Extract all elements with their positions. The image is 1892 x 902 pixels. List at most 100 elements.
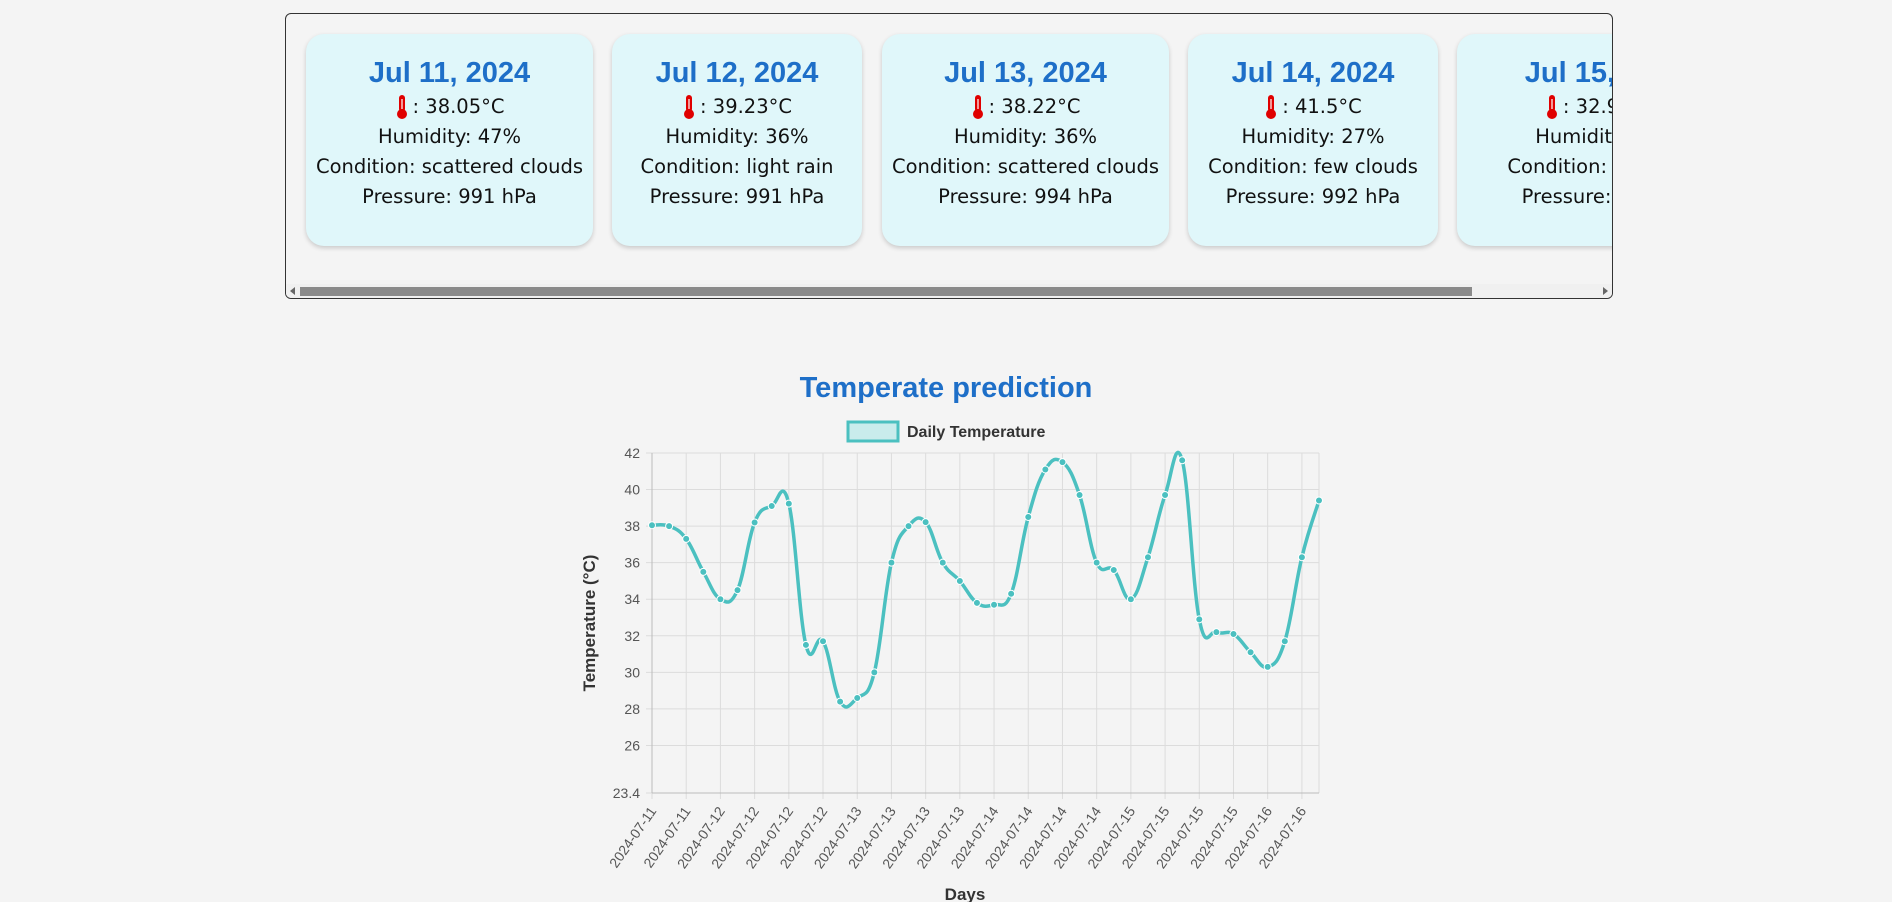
card-temperature: : 38.22°C [882,92,1169,122]
data-point [1126,595,1135,604]
data-point [733,586,742,595]
card-condition: Condition: scattered clouds [891,155,1160,178]
card-pressure: Pressure: 99 [1521,185,1612,208]
card-temp-value: : 41.5°C [1282,95,1362,118]
y-tick-label: 42 [624,445,640,461]
y-axis-label: Temperature (°C) [580,555,599,692]
data-point [1315,496,1323,505]
thermometer-icon [972,95,983,119]
y-tick-label: 40 [624,482,640,498]
forecast-card: Jul 12, 2024 : 39.23°C Humidity: 36% Con… [612,34,862,246]
x-tick-label: 2024-07-13 [845,803,899,871]
data-point [1246,648,1255,657]
data-point [955,576,964,585]
data-point [904,522,913,531]
x-tick-label: 2024-07-15 [1187,803,1241,871]
chart-grid [646,452,1320,799]
data-point [716,595,725,604]
data-point [990,600,999,609]
data-point [819,637,828,646]
card-condition: Condition: scattered clouds [315,155,584,178]
y-tick-label: 36 [624,555,640,571]
x-tick-label: 2024-07-12 [742,803,796,871]
data-point [1143,553,1152,562]
chart-series [648,450,1323,709]
data-point [1297,553,1306,562]
scroll-right-arrow-icon[interactable] [1603,287,1608,295]
data-point [1041,465,1050,474]
x-tick-label: 2024-07-12 [674,803,728,871]
x-tick-label: 2024-07-15 [1118,803,1172,871]
x-tick-label: 2024-07-16 [1221,803,1275,871]
scrollbar-thumb[interactable] [300,287,1472,296]
card-date: Jul 12, 2024 [655,57,819,89]
card-humidity: Humidity: 36% [953,125,1098,148]
data-point [1075,491,1084,500]
forecast-card: Jul 14, 2024 : 41.5°C Humidity: 27% Cond… [1188,34,1438,246]
chart-legend[interactable]: Daily Temperature [846,420,1046,443]
card-humidity: Humidity: [1535,125,1613,148]
card-temp-value: : 39.23°C [700,95,792,118]
x-tick-label: 2024-07-14 [947,803,1001,871]
data-point [665,522,674,531]
data-point [1024,512,1033,521]
card-humidity: Humidity: 27% [1241,125,1385,148]
y-tick-label: 32 [624,628,640,644]
card-temp-value: : 38.22°C [988,95,1081,118]
y-tick-label: 30 [624,664,640,680]
card-date: Jul 13, 2024 [944,57,1107,89]
card-pressure: Pressure: 992 hPa [1225,185,1401,208]
data-point [1109,565,1118,574]
x-tick-label: 2024-07-15 [1084,803,1138,871]
data-point [1058,458,1067,467]
card-date: Jul 11, 2024 [368,57,531,89]
data-point [887,558,896,567]
x-tick-label: 2024-07-12 [708,803,762,871]
x-tick-labels: 2024-07-112024-07-112024-07-122024-07-12… [606,803,1310,871]
data-point [1229,629,1238,638]
y-tick-label: 26 [624,737,640,753]
card-temperature: : 41.5°C [1188,92,1438,122]
scroll-left-arrow-icon[interactable] [290,287,295,295]
card-condition: Condition: light rain [640,155,834,178]
forecast-card: Jul 15, 2 : 32.9 Humidity: Condition: mo… [1457,34,1613,246]
x-tick-label: 2024-07-15 [1153,803,1207,871]
card-condition: Condition: few clouds [1208,155,1418,178]
data-point [921,518,930,527]
data-point [801,640,810,649]
card-humidity: Humidity: 47% [377,125,522,148]
y-tick-labels: 42 40 38 36 34 32 30 28 26 23.4 [613,445,640,801]
card-temperature: : 32.9 [1457,92,1612,122]
card-temperature: : 38.05°C [306,92,593,122]
y-tick-label: 38 [624,518,640,534]
data-point [1263,662,1272,671]
card-condition: Condition: mod [1507,155,1612,178]
horizontal-scrollbar[interactable] [286,284,1612,298]
data-point [648,521,656,530]
forecast-card: Jul 13, 2024 : 38.22°C Humidity: 36% Con… [882,34,1169,246]
y-tick-label: 34 [624,591,640,607]
card-pressure: Pressure: 991 hPa [649,185,825,208]
x-tick-label: 2024-07-14 [982,803,1036,871]
forecast-card: Jul 11, 2024 : 38.05°C Humidity: 47% Con… [306,34,593,246]
forecast-scroll-container[interactable]: Jul 11, 2024 : 38.05°C Humidity: 47% Con… [285,13,1613,299]
x-tick-label: 2024-07-11 [606,803,660,870]
card-humidity: Humidity: 36% [665,125,809,148]
legend-swatch [846,420,900,443]
chart-title: Temperate prediction [799,372,1093,404]
thermometer-icon [1266,95,1277,119]
x-tick-label: 2024-07-12 [776,803,830,871]
data-point [853,693,862,702]
legend-label: Daily Temperature [907,424,1046,441]
data-point [938,558,947,567]
data-point [1007,589,1016,598]
card-temperature: : 39.23°C [612,92,862,122]
data-point [767,502,776,511]
card-pressure: Pressure: 991 hPa [362,185,537,208]
x-tick-label: 2024-07-13 [810,803,864,871]
data-point [1178,456,1187,465]
data-point [1212,628,1221,637]
data-point [682,534,691,543]
temperature-line [651,450,1321,709]
data-point [836,697,845,706]
